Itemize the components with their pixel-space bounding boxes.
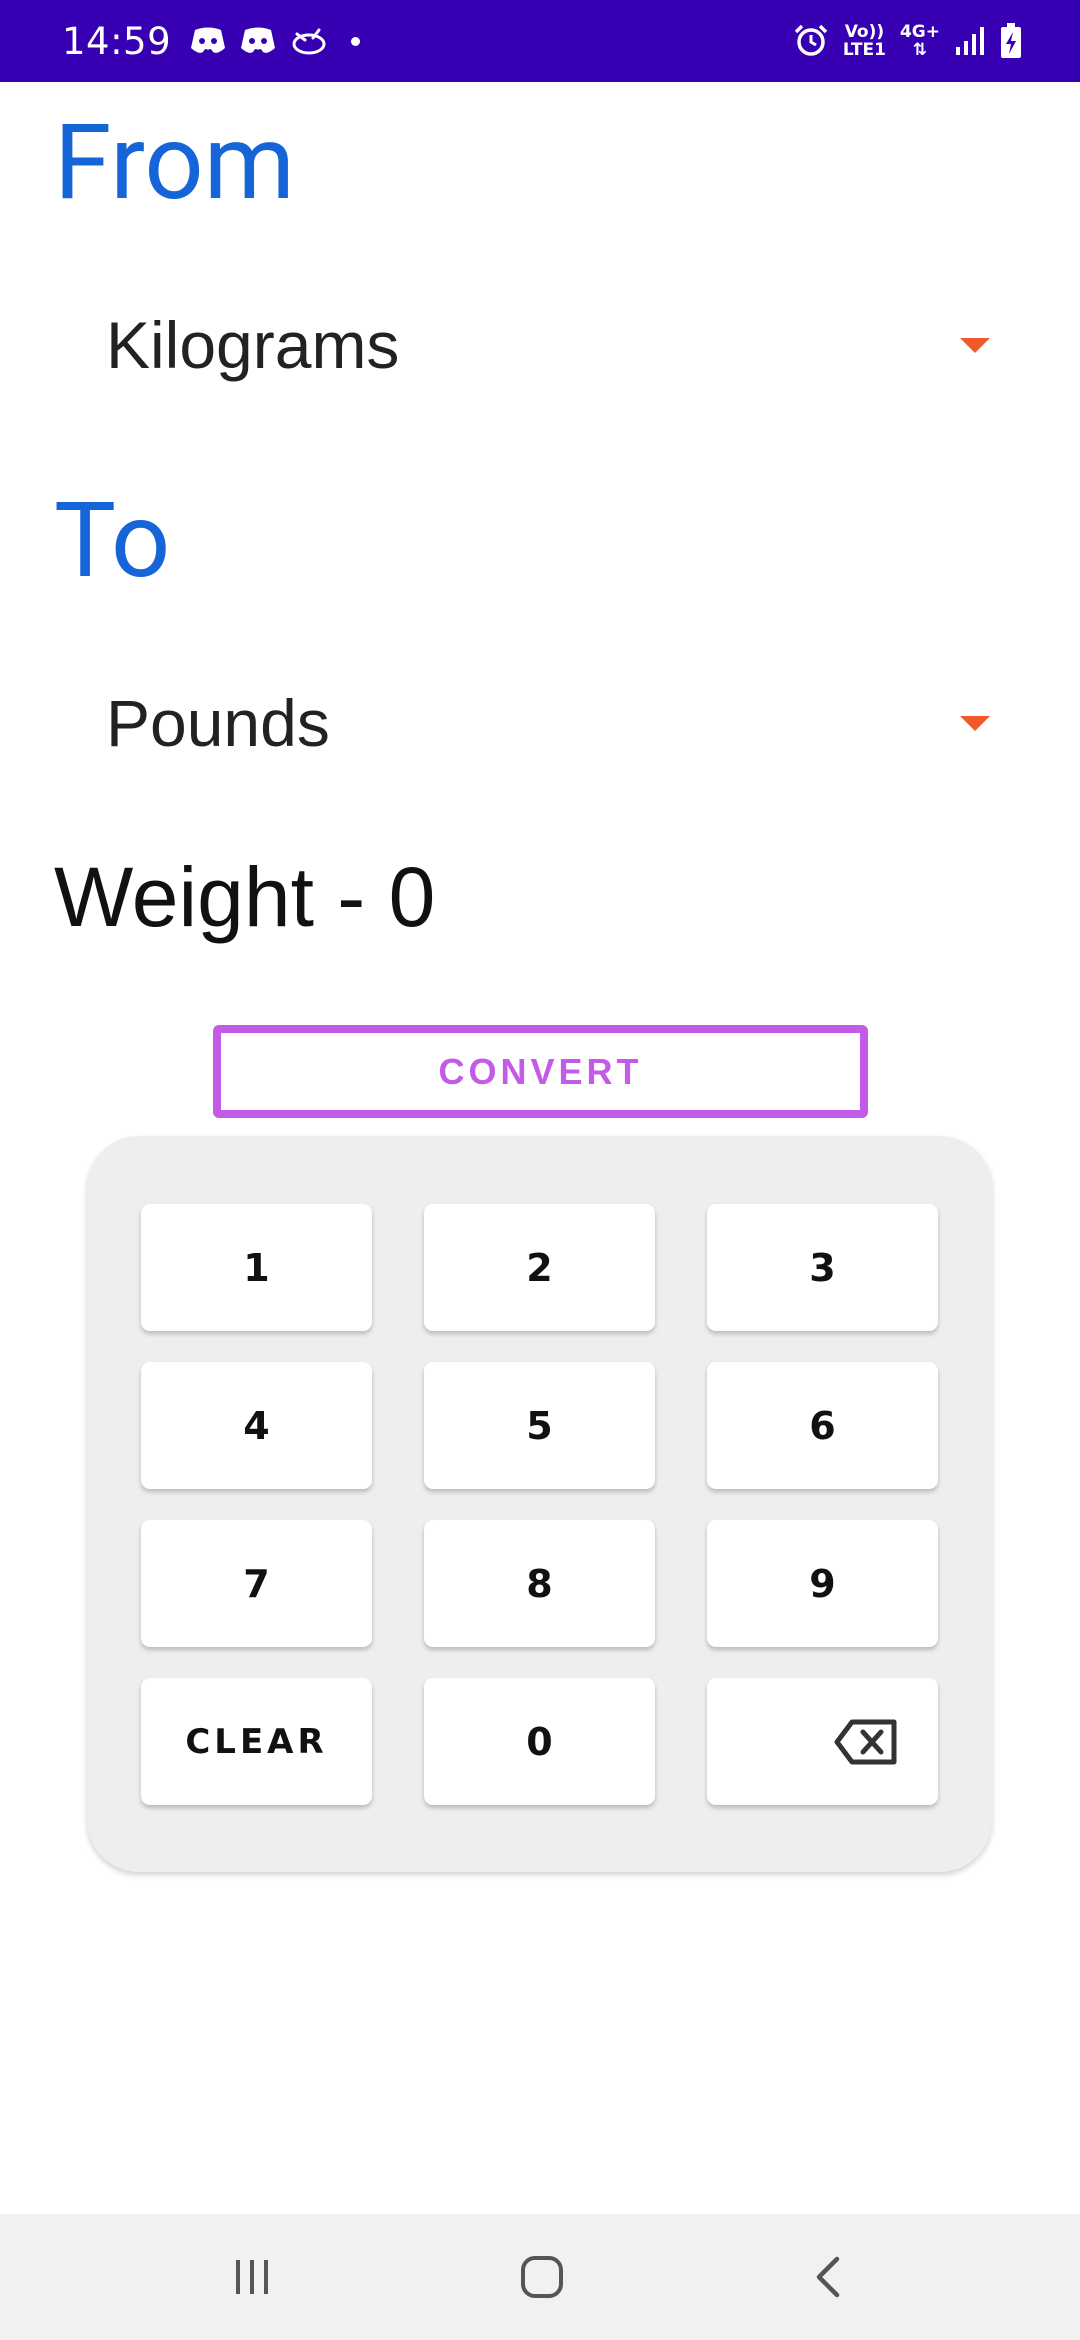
backspace-icon bbox=[834, 1719, 897, 1764]
volte-label: Vo)) bbox=[844, 22, 885, 42]
status-time: 14:59 bbox=[62, 19, 172, 63]
signal-icon bbox=[956, 27, 984, 55]
recent-apps-icon[interactable] bbox=[231, 2255, 275, 2299]
status-left: 14:59 bbox=[62, 19, 361, 63]
key-8[interactable]: 8 bbox=[424, 1520, 655, 1647]
convert-button[interactable]: CONVERT bbox=[213, 1025, 868, 1118]
notification-icons bbox=[189, 26, 361, 56]
backspace-button[interactable] bbox=[707, 1678, 938, 1805]
back-icon[interactable] bbox=[809, 2253, 849, 2301]
key-6[interactable]: 6 bbox=[707, 1362, 938, 1489]
key-3[interactable]: 3 bbox=[707, 1204, 938, 1331]
alarm-icon bbox=[794, 24, 828, 56]
home-icon[interactable] bbox=[518, 2253, 566, 2301]
key-0[interactable]: 0 bbox=[424, 1678, 655, 1805]
key-7[interactable]: 7 bbox=[141, 1520, 372, 1647]
dot-icon bbox=[351, 36, 361, 46]
keypad: 1 2 3 4 5 6 7 8 9 CLEAR 0 bbox=[87, 1136, 992, 1872]
weight-result: Weight - 0 bbox=[54, 850, 436, 944]
key-9[interactable]: 9 bbox=[707, 1520, 938, 1647]
from-unit-value: Kilograms bbox=[106, 308, 400, 382]
lte-label: LTE1 bbox=[842, 40, 886, 60]
key-5[interactable]: 5 bbox=[424, 1362, 655, 1489]
key-2[interactable]: 2 bbox=[424, 1204, 655, 1331]
from-unit-spinner[interactable]: Kilograms bbox=[54, 285, 1014, 405]
data-arrows-icon: ⇅ bbox=[912, 40, 928, 60]
network-label: Vo)) LTE1 bbox=[843, 23, 886, 59]
battery-charging-icon bbox=[1001, 23, 1021, 58]
dropdown-arrow-icon bbox=[960, 715, 990, 731]
discord-icon bbox=[191, 27, 226, 53]
data-type-label: 4G+ ⇅ bbox=[899, 22, 940, 60]
to-heading: To bbox=[54, 481, 171, 602]
to-unit-spinner[interactable]: Pounds bbox=[54, 663, 1014, 783]
key-1[interactable]: 1 bbox=[141, 1204, 372, 1331]
clear-button[interactable]: CLEAR bbox=[141, 1678, 372, 1805]
from-heading: From bbox=[54, 103, 295, 224]
status-right: Vo)) LTE1 4G+ ⇅ bbox=[793, 23, 1022, 59]
discord-icon bbox=[241, 27, 276, 53]
navigation-bar bbox=[0, 2214, 1080, 2340]
cloud-bird-icon bbox=[292, 28, 326, 55]
dropdown-arrow-icon bbox=[960, 337, 990, 353]
key-4[interactable]: 4 bbox=[141, 1362, 372, 1489]
status-bar: 14:59 Vo)) LTE1 4G+ ⇅ bbox=[0, 0, 1080, 82]
screen: 14:59 Vo)) LTE1 4G+ ⇅ From Kilograms To … bbox=[0, 0, 1080, 2340]
to-unit-value: Pounds bbox=[106, 686, 330, 760]
